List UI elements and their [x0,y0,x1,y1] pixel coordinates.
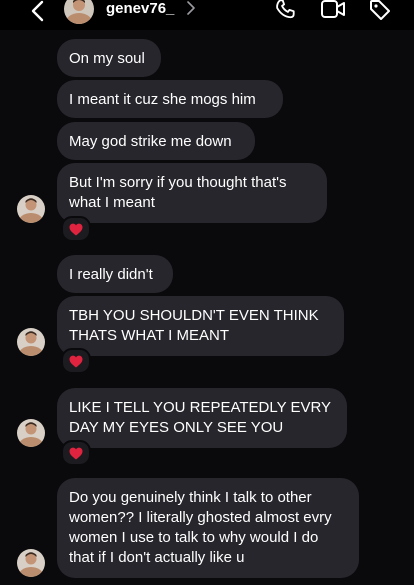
message-bubble[interactable]: I meant it cuz she mogs him [57,80,283,118]
reaction-badge[interactable] [61,348,91,374]
reaction-badge[interactable] [61,440,91,466]
reaction-badge[interactable] [61,216,91,242]
tag-icon[interactable] [368,0,392,22]
chat-header: genev76_ [0,0,414,30]
message-bubble[interactable]: I really didn't [57,255,173,293]
message-bubble[interactable]: TBH YOU SHOULDN'T EVEN THINK THATS WHAT … [57,296,344,356]
sender-avatar[interactable] [17,328,45,356]
red-heart-icon [69,447,83,459]
message-text: But I'm sorry if you thought that's what… [69,174,287,211]
sender-avatar[interactable] [17,419,45,447]
chevron-right-icon[interactable] [186,1,196,15]
phone-icon[interactable] [274,0,296,20]
message-text: I really didn't [69,266,153,283]
message-text: I meant it cuz she mogs him [69,91,256,108]
red-heart-icon [69,223,83,235]
header-avatar[interactable] [64,0,94,24]
message-bubble[interactable]: May god strike me down [57,122,255,160]
message-text: LIKE I TELL YOU REPEATEDLY EVRY DAY MY E… [69,399,331,436]
sender-avatar[interactable] [17,195,45,223]
red-heart-icon [69,355,83,367]
message-bubble[interactable]: On my soul [57,39,161,77]
message-bubble[interactable]: But I'm sorry if you thought that's what… [57,163,327,223]
message-bubble[interactable]: LIKE I TELL YOU REPEATEDLY EVRY DAY MY E… [57,388,347,448]
username[interactable]: genev76_ [106,0,174,17]
message-bubble[interactable]: Do you genuinely think I talk to other w… [57,478,359,578]
sender-avatar[interactable] [17,549,45,577]
message-text: TBH YOU SHOULDN'T EVEN THINK THATS WHAT … [69,307,319,344]
message-text: On my soul [69,50,145,67]
chevron-left-icon[interactable] [28,0,48,22]
video-camera-icon[interactable] [320,0,346,20]
message-text: May god strike me down [69,133,232,150]
message-text: Do you genuinely think I talk to other w… [69,489,332,566]
